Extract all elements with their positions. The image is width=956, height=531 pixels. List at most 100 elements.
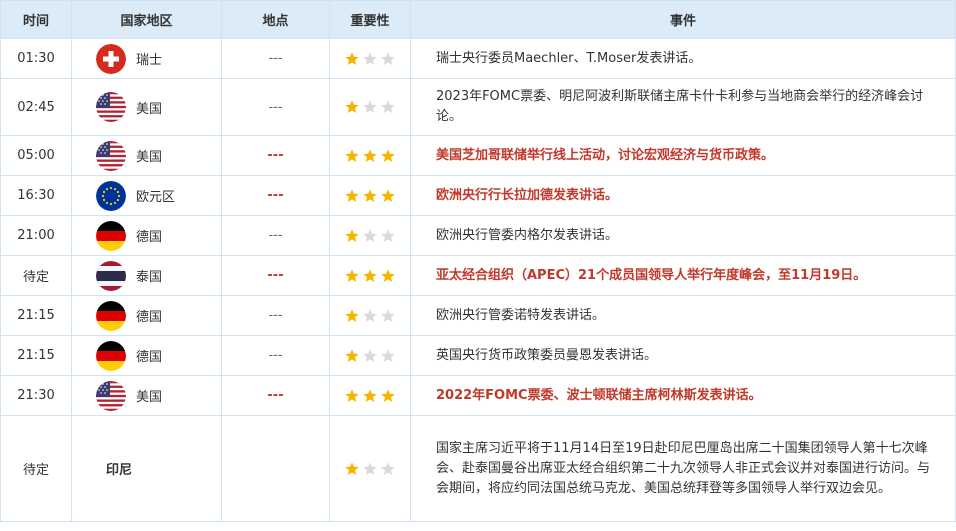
event-description: 英国央行货币政策委员曼恩发表讲话。 — [410, 335, 956, 376]
star-filled-icon — [381, 188, 395, 202]
germany-flag-icon — [96, 300, 126, 331]
star-filled-icon — [363, 188, 377, 202]
country-name: 瑞士 — [136, 53, 163, 68]
star-empty-icon — [363, 100, 377, 113]
event-time: 待定 — [0, 255, 72, 296]
calendar-row: 21:00 德国 --- 欧洲央行管委内格尔发表讲话。 — [0, 215, 956, 256]
event-description: 美国芝加哥联储举行线上活动，讨论宏观经济与货币政策。 — [410, 135, 956, 176]
star-empty-icon — [381, 308, 395, 322]
event-importance — [329, 78, 411, 136]
star-empty-icon — [381, 348, 395, 362]
event-importance — [329, 375, 411, 416]
star-empty-icon — [363, 348, 377, 362]
header-time: 时间 — [0, 0, 72, 39]
event-time: 21:15 — [0, 295, 72, 336]
calendar-row: 21:15 德国 --- 英国央行货币政策委员曼恩发表讲话。 — [0, 335, 956, 376]
star-empty-icon — [363, 51, 377, 65]
event-country: 德国 — [71, 215, 222, 256]
event-importance — [329, 175, 411, 216]
event-country: 欧元区 — [71, 175, 222, 216]
thailand-flag-icon — [96, 260, 126, 291]
star-filled-icon — [363, 148, 377, 162]
star-filled-icon — [345, 51, 359, 65]
event-country: 泰国 — [71, 255, 222, 296]
importance-stars — [344, 99, 410, 115]
event-location: --- — [221, 38, 330, 79]
importance-stars — [344, 388, 410, 404]
star-filled-icon — [345, 388, 359, 402]
event-description: 国家主席习近平将于11月14日至19日赴印尼巴厘岛出席二十国集团领导人第十七次峰… — [410, 415, 956, 522]
importance-stars — [344, 188, 410, 204]
event-description: 欧洲央行管委内格尔发表讲话。 — [410, 215, 956, 256]
event-description: 瑞士央行委员Maechler、T.Moser发表讲话。 — [410, 38, 956, 79]
star-filled-icon — [345, 100, 359, 113]
event-time: 待定 — [0, 415, 72, 522]
country-name: 美国 — [136, 101, 163, 117]
importance-stars — [344, 148, 410, 164]
star-filled-icon — [381, 388, 395, 402]
country-name: 德国 — [136, 350, 163, 365]
star-filled-icon — [381, 148, 395, 162]
event-location: --- — [221, 375, 330, 416]
event-importance — [329, 255, 411, 296]
event-description: 2022年FOMC票委、波士顿联储主席柯林斯发表讲话。 — [410, 375, 956, 416]
event-description: 亚太经合组织（APEC）21个成员国领导人举行年度峰会，至11月19日。 — [410, 255, 956, 296]
event-location: --- — [221, 175, 330, 216]
event-time: 01:30 — [0, 38, 72, 79]
importance-stars — [344, 461, 410, 477]
country-name: 德国 — [136, 310, 163, 325]
star-filled-icon — [363, 268, 377, 282]
event-country: 美国 — [71, 375, 222, 416]
header-importance: 重要性 — [329, 0, 411, 39]
event-location: --- — [221, 295, 330, 336]
usa-flag-icon — [96, 380, 126, 411]
country-name: 美国 — [136, 390, 163, 405]
star-filled-icon — [345, 268, 359, 282]
event-description: 欧洲央行管委诺特发表讲话。 — [410, 295, 956, 336]
country-name: 美国 — [136, 150, 163, 165]
germany-flag-icon — [96, 340, 126, 371]
table-header-row: 时间 国家地区 地点 重要性 事件 — [0, 0, 956, 39]
star-filled-icon — [345, 148, 359, 162]
star-empty-icon — [381, 51, 395, 65]
country-name: 德国 — [136, 230, 163, 245]
star-filled-icon — [363, 388, 377, 402]
calendar-row: 16:30 欧元区 --- 欧洲央行行长拉加德发表讲话。 — [0, 175, 956, 216]
event-country: 印尼 — [71, 415, 222, 522]
star-filled-icon — [345, 308, 359, 322]
header-location: 地点 — [221, 0, 330, 39]
star-empty-icon — [381, 461, 395, 475]
star-filled-icon — [381, 268, 395, 282]
importance-stars — [344, 268, 410, 284]
importance-stars — [344, 308, 410, 324]
event-time: 16:30 — [0, 175, 72, 216]
calendar-row: 05:00 美国 --- 美国芝加哥联储举行线上活动，讨论宏观经济与货币政策。 — [0, 135, 956, 176]
eu-flag-icon — [96, 180, 126, 211]
event-location: --- — [221, 135, 330, 176]
star-empty-icon — [363, 228, 377, 242]
event-description: 2023年FOMC票委、明尼阿波利斯联储主席卡什卡利参与当地商会举行的经济峰会讨… — [410, 78, 956, 136]
star-empty-icon — [381, 228, 395, 242]
table-body: 01:30 瑞士 --- 瑞士央行委员Maechler、T.Moser发表讲话。 02:… — [0, 38, 956, 522]
event-importance — [329, 335, 411, 376]
star-empty-icon — [363, 461, 377, 475]
event-location: --- — [221, 255, 330, 296]
importance-stars — [344, 228, 410, 244]
economic-calendar-table: 时间 国家地区 地点 重要性 事件 01:30 瑞士 --- 瑞士央行委员Maechl… — [0, 0, 956, 522]
importance-stars — [344, 51, 410, 67]
event-importance — [329, 215, 411, 256]
calendar-row: 21:15 德国 --- 欧洲央行管委诺特发表讲话。 — [0, 295, 956, 336]
event-importance — [329, 135, 411, 176]
calendar-row: 待定 印尼 国家主席习近平将于11月14日至19日赴印尼巴厘岛出席二十国集团领导人第… — [0, 415, 956, 522]
usa-flag-icon — [96, 92, 126, 122]
event-country: 德国 — [71, 295, 222, 336]
calendar-row: 01:30 瑞士 --- 瑞士央行委员Maechler、T.Moser发表讲话。 — [0, 38, 956, 79]
event-time: 21:00 — [0, 215, 72, 256]
usa-flag-icon — [96, 140, 126, 171]
star-filled-icon — [345, 188, 359, 202]
event-importance — [329, 295, 411, 336]
country-name: 泰国 — [136, 270, 163, 285]
star-empty-icon — [363, 308, 377, 322]
event-time: 02:45 — [0, 78, 72, 136]
event-location — [221, 415, 330, 522]
